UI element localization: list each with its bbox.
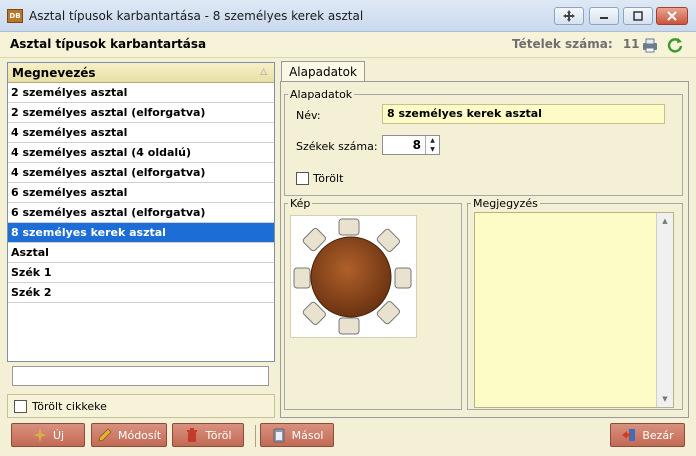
window-title: Asztal típusok karbantartása - 8 személy… <box>29 9 364 23</box>
page-title: Asztal típusok karbantartása <box>10 37 207 51</box>
list-item[interactable]: Szék 1 <box>8 263 274 283</box>
edit-label: Módosít <box>117 428 162 442</box>
list-item[interactable]: 2 személyes asztal <box>8 83 274 103</box>
scroll-down-icon[interactable]: ▼ <box>657 391 673 407</box>
image-group-title: Kép <box>290 197 311 210</box>
window-titlebar: DB Asztal típusok karbantartása - 8 szem… <box>0 0 696 32</box>
deleted-checkbox[interactable] <box>296 172 309 185</box>
copy-icon <box>271 427 287 443</box>
notes-textarea[interactable]: ▲ ▼ <box>474 212 674 408</box>
minimize-button[interactable] <box>589 7 619 25</box>
list-item[interactable]: 6 személyes asztal (elforgatva) <box>8 203 274 223</box>
show-deleted-panel: Törölt cikkeke <box>7 394 275 418</box>
item-count-value: 11 <box>622 37 640 51</box>
list-item[interactable]: 4 személyes asztal <box>8 123 274 143</box>
app-icon: DB <box>7 9 23 23</box>
copy-button[interactable]: Másol <box>260 423 334 447</box>
tab-alapadatok[interactable]: Alapadatok <box>281 61 365 82</box>
list-item[interactable]: 4 személyes asztal (4 oldalú) <box>8 143 274 163</box>
trash-icon <box>184 427 200 443</box>
stepper-up-icon[interactable]: ▲ <box>426 136 439 145</box>
new-icon <box>32 427 48 443</box>
list-column-header[interactable]: Megnevezés △ <box>8 63 274 83</box>
list-item[interactable]: Szék 2 <box>8 283 274 303</box>
chairs-stepper[interactable]: 8 ▲ ▼ <box>382 135 440 155</box>
list-item[interactable]: 6 személyes asztal <box>8 183 274 203</box>
delete-label: Töröl <box>205 428 232 442</box>
item-count: Tételek száma: 11 <box>512 37 640 51</box>
table-image <box>290 215 417 338</box>
close-label: Bezár <box>642 428 674 442</box>
notes-group-title: Megjegyzés <box>473 197 538 210</box>
list-item[interactable]: 4 személyes asztal (elforgatva) <box>8 163 274 183</box>
column-name-label: Megnevezés <box>12 66 96 80</box>
stepper-down-icon[interactable]: ▼ <box>426 145 439 154</box>
toolbar-separator <box>255 425 256 447</box>
chairs-label: Székek száma: <box>296 140 378 153</box>
move-window-icon[interactable] <box>554 7 584 25</box>
maximize-button[interactable] <box>623 7 653 25</box>
basic-data-group-title: Alapadatok <box>290 88 353 101</box>
list-filter-input[interactable] <box>12 366 269 386</box>
notes-scrollbar[interactable]: ▲ ▼ <box>656 213 673 407</box>
item-count-label: Tételek száma: <box>512 37 613 51</box>
close-button[interactable]: Bezár <box>610 423 685 447</box>
scroll-up-icon[interactable]: ▲ <box>657 213 673 229</box>
page-header: Asztal típusok karbantartása Tételek szá… <box>0 32 696 58</box>
edit-button[interactable]: Módosít <box>91 423 167 447</box>
new-label: Új <box>52 428 65 442</box>
sort-asc-icon: △ <box>260 67 267 77</box>
list-item-selected[interactable]: 8 személyes kerek asztal <box>8 223 274 243</box>
table-type-list[interactable]: Megnevezés △ 2 személyes asztal 2 személ… <box>7 62 275 362</box>
name-label: Név: <box>296 109 321 122</box>
refresh-icon[interactable] <box>666 36 684 54</box>
new-button[interactable]: Új <box>11 423 85 447</box>
list-item[interactable]: 2 személyes asztal (elforgatva) <box>8 103 274 123</box>
pencil-icon <box>97 427 113 443</box>
name-field[interactable]: 8 személyes kerek asztal <box>382 104 665 124</box>
list-item[interactable]: Asztal <box>8 243 274 263</box>
copy-label: Másol <box>291 428 324 442</box>
deleted-label: Törölt <box>313 172 344 185</box>
show-deleted-checkbox[interactable] <box>14 400 27 413</box>
chairs-value: 8 <box>412 138 421 152</box>
stepper-buttons: ▲ ▼ <box>425 136 439 154</box>
close-window-button[interactable] <box>656 7 688 25</box>
delete-button[interactable]: Töröl <box>172 423 244 447</box>
bottom-toolbar: Új Módosít Töröl Másol Bezár <box>0 421 696 456</box>
print-icon[interactable] <box>641 36 659 54</box>
show-deleted-label: Törölt cikkeke <box>32 400 107 413</box>
exit-icon <box>621 427 637 443</box>
